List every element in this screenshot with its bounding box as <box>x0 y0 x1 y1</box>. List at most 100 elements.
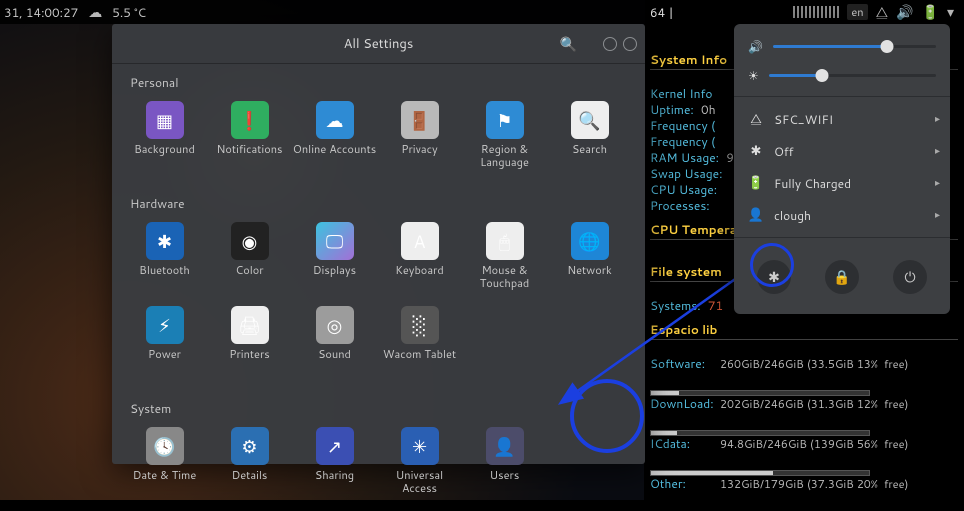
chevron-right-icon: ▸ <box>935 112 940 126</box>
right-panel-title: 64 | <box>650 4 674 21</box>
bt-menu-icon: ✱ <box>748 142 764 160</box>
tile-label: Keyboard <box>395 264 444 290</box>
uptime-label: Uptime: <box>650 101 694 118</box>
tile-label: Region & Language <box>462 143 547 169</box>
bluetooth-icon: ✱ <box>146 222 184 260</box>
section-label: System <box>112 390 645 421</box>
power-button[interactable]: ⏻ <box>893 260 927 294</box>
battery-status: Fully Charged <box>774 175 851 192</box>
color-icon: ◉ <box>231 222 269 260</box>
details-icon: ⚙ <box>231 427 269 465</box>
bt-status: Off <box>774 143 794 160</box>
tile-region-language[interactable]: ⚑ Region & Language <box>462 95 547 179</box>
kernel-label: Kernel Info <box>650 85 712 102</box>
settings-button[interactable]: ✱ <box>757 260 791 294</box>
volume-slider[interactable]: 🔊 <box>734 32 950 61</box>
region-language-icon: ⚑ <box>486 101 524 139</box>
tile-label: Mouse & Touchpad <box>462 264 547 290</box>
disk-row: Other:132GiB/179GiB (37.3GiB 20% free) <box>650 476 958 500</box>
tile-date-time[interactable]: 🕓 Date & Time <box>122 421 207 505</box>
wacom-tablet-icon: ░ <box>401 306 439 344</box>
brightness-slider-icon: ☀ <box>748 67 759 84</box>
menu-item-battery[interactable]: 🔋 Fully Charged ▸ <box>734 167 950 199</box>
swap-label: Swap Usage: <box>650 165 722 182</box>
temperature-label: 5.5 °C <box>112 4 146 21</box>
tile-displays[interactable]: 🖵 Displays <box>292 216 377 300</box>
wifi-icon[interactable]: ⧋ <box>876 5 889 19</box>
ram-label: RAM Usage: <box>650 149 719 166</box>
ram-value: 9 <box>726 149 734 166</box>
tile-universal-access[interactable]: ✳ Universal Access <box>377 421 462 505</box>
printers-icon: 🖨 <box>231 306 269 344</box>
tile-label: Online Accounts <box>293 143 376 169</box>
tile-label: Bluetooth <box>139 264 190 290</box>
tile-label: Color <box>235 264 263 290</box>
freq-label: Frequency ( <box>650 133 715 150</box>
tile-sound[interactable]: ◎ Sound <box>292 300 377 384</box>
tile-online-accounts[interactable]: ☁ Online Accounts <box>292 95 377 179</box>
tile-label: Search <box>572 143 607 169</box>
tile-bluetooth[interactable]: ✱ Bluetooth <box>122 216 207 300</box>
disk-row: Software:260GiB/246GiB (33.5GiB 13% free… <box>650 356 958 396</box>
section-label: Hardware <box>112 185 645 216</box>
activity-graph <box>793 6 839 18</box>
tile-wacom-tablet[interactable]: ░ Wacom Tablet <box>377 300 462 384</box>
tile-search[interactable]: 🔍 Search <box>547 95 632 179</box>
datetime-label: 31, 14:00:27 <box>4 4 78 21</box>
universal-access-icon: ✳ <box>401 427 439 465</box>
disk-row: ICdata:94.8GiB/246GiB (139GiB 56% free) <box>650 436 958 476</box>
tile-color[interactable]: ◉ Color <box>207 216 292 300</box>
window-minimize-button[interactable] <box>603 37 617 51</box>
tile-users[interactable]: 👤 Users <box>462 421 547 505</box>
settings-search-icon[interactable]: 🔍 <box>560 34 577 54</box>
settings-window: All Settings 🔍 Personal▦ Background❗ Not… <box>112 24 645 464</box>
tile-label: Details <box>232 469 268 495</box>
displays-icon: 🖵 <box>316 222 354 260</box>
tile-label: Users <box>490 469 520 495</box>
tile-notifications[interactable]: ❗ Notifications <box>207 95 292 179</box>
cpu-label: CPU Usage: <box>650 181 717 198</box>
language-indicator[interactable]: en <box>847 4 867 20</box>
freq-label: Frequency ( <box>650 117 715 134</box>
chevron-right-icon: ▸ <box>935 208 940 222</box>
tile-sharing[interactable]: ↗ Sharing <box>292 421 377 505</box>
tile-printers[interactable]: 🖨 Printers <box>207 300 292 384</box>
tile-label: Background <box>134 143 195 169</box>
menu-item-wifi[interactable]: ⧋ SFC_WIFI ▸ <box>734 103 950 135</box>
keyboard-icon: A <box>401 222 439 260</box>
battery-icon[interactable]: 🔋 <box>922 5 939 19</box>
tile-mouse-touchpad[interactable]: 🖱 Mouse & Touchpad <box>462 216 547 300</box>
background-icon: ▦ <box>146 101 184 139</box>
menu-item-bluetooth[interactable]: ✱ Off ▸ <box>734 135 950 167</box>
brightness-slider[interactable]: ☀ <box>734 61 950 90</box>
wifi-menu-icon: ⧋ <box>748 110 764 128</box>
lock-button[interactable]: 🔒 <box>825 260 859 294</box>
search-icon: 🔍 <box>571 101 609 139</box>
user-menu-icon: 👤 <box>748 206 764 224</box>
tile-privacy[interactable]: 🚪 Privacy <box>377 95 462 179</box>
battery-menu-icon: 🔋 <box>748 174 764 192</box>
tile-details[interactable]: ⚙ Details <box>207 421 292 505</box>
menu-item-user[interactable]: 👤 clough ▸ <box>734 199 950 231</box>
window-close-button[interactable] <box>623 37 637 51</box>
tile-background[interactable]: ▦ Background <box>122 95 207 179</box>
tile-label: Notifications <box>217 143 283 169</box>
tile-network[interactable]: 🌐 Network <box>547 216 632 300</box>
tile-power[interactable]: ⚡ Power <box>122 300 207 384</box>
chevron-right-icon: ▸ <box>935 176 940 190</box>
uptime-value: 0h <box>701 101 716 118</box>
weather-icon: ☁ <box>88 5 102 19</box>
tile-label: Universal Access <box>377 469 462 495</box>
mouse-touchpad-icon: 🖱 <box>486 222 524 260</box>
tile-label: Printers <box>229 348 269 374</box>
power-icon: ⚡ <box>146 306 184 344</box>
dropdown-icon[interactable]: ▾ <box>947 5 954 19</box>
privacy-icon: 🚪 <box>401 101 439 139</box>
settings-header: All Settings 🔍 <box>112 24 645 64</box>
tile-keyboard[interactable]: A Keyboard <box>377 216 462 300</box>
systems-value: 71 <box>708 297 723 314</box>
tile-label: Displays <box>313 264 356 290</box>
volume-icon[interactable]: 🔊 <box>896 5 913 19</box>
notifications-icon: ❗ <box>231 101 269 139</box>
username: clough <box>774 207 811 224</box>
